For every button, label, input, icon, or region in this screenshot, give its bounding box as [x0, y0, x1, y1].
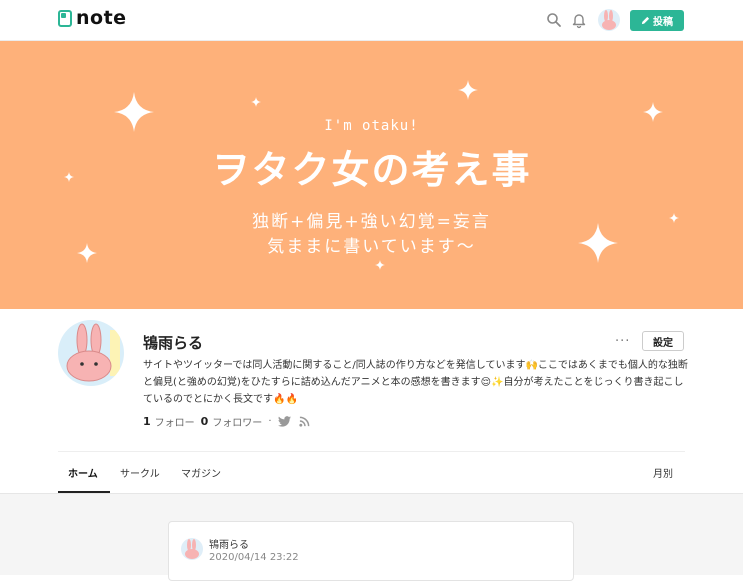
- sparkle-icon: [114, 92, 154, 132]
- sparkle-icon: [669, 213, 679, 223]
- sparkle-icon: [77, 243, 97, 263]
- logo-text: note: [76, 7, 127, 29]
- banner-subtitle: I'm otaku!: [324, 118, 419, 134]
- profile-tabs: ホーム サークル マガジン 月別: [58, 451, 685, 493]
- sparkle-icon: [251, 97, 261, 107]
- post-button-label: 投稿: [653, 17, 673, 28]
- sparkle-icon: [458, 80, 478, 100]
- card-author-avatar[interactable]: [181, 538, 203, 560]
- more-options-icon[interactable]: ···: [615, 334, 630, 349]
- note-logo[interactable]: note: [58, 7, 127, 29]
- settings-button[interactable]: 設定: [642, 331, 684, 351]
- user-avatar[interactable]: [598, 9, 620, 31]
- rss-icon[interactable]: [298, 416, 310, 427]
- stats-separator: ·: [268, 416, 272, 427]
- follower-label[interactable]: フォロワー: [212, 414, 262, 429]
- pencil-icon: [641, 16, 650, 25]
- profile-stats: 1 フォロー 0 フォロワー ·: [143, 414, 310, 429]
- sparkle-icon: [375, 260, 385, 270]
- bell-icon[interactable]: [570, 11, 588, 29]
- sparkle-icon: [578, 223, 618, 263]
- profile-bio: サイトやツイッターでは同人活動に関すること/同人誌の作り方などを発信しています🙌…: [143, 360, 688, 405]
- card-date: 2020/04/14 23:22: [209, 552, 299, 563]
- sparkle-icon: [643, 102, 663, 122]
- note-logo-mark: [58, 10, 72, 27]
- follow-label[interactable]: フォロー: [155, 414, 195, 429]
- post-button[interactable]: 投稿: [630, 10, 684, 31]
- tab-monthly[interactable]: 月別: [653, 465, 673, 480]
- profile-name: 鴇雨らる: [143, 334, 204, 352]
- banner-title: ヲタク女の考え事: [211, 148, 532, 192]
- profile-avatar[interactable]: [58, 320, 124, 386]
- note-card[interactable]: 鴇雨らる 2020/04/14 23:22: [168, 521, 574, 581]
- tab-circle[interactable]: サークル: [120, 465, 160, 480]
- twitter-icon[interactable]: [277, 416, 291, 427]
- profile-banner: I'm otaku! ヲタク女の考え事 独断+偏見+強い幻覚=妄言 気ままに書い…: [0, 41, 743, 309]
- banner-line-2: 気ままに書いています〜: [267, 237, 476, 257]
- follow-count[interactable]: 1: [143, 415, 151, 428]
- top-header: note 投稿: [0, 0, 743, 41]
- card-author-name[interactable]: 鴇雨らる: [209, 536, 249, 551]
- search-icon[interactable]: [545, 11, 563, 29]
- banner-line-1: 独断+偏見+強い幻覚=妄言: [252, 212, 491, 232]
- tab-magazine[interactable]: マガジン: [181, 465, 221, 480]
- tab-home[interactable]: ホーム: [68, 465, 98, 480]
- follower-count[interactable]: 0: [201, 415, 209, 428]
- sparkle-icon: [64, 172, 74, 182]
